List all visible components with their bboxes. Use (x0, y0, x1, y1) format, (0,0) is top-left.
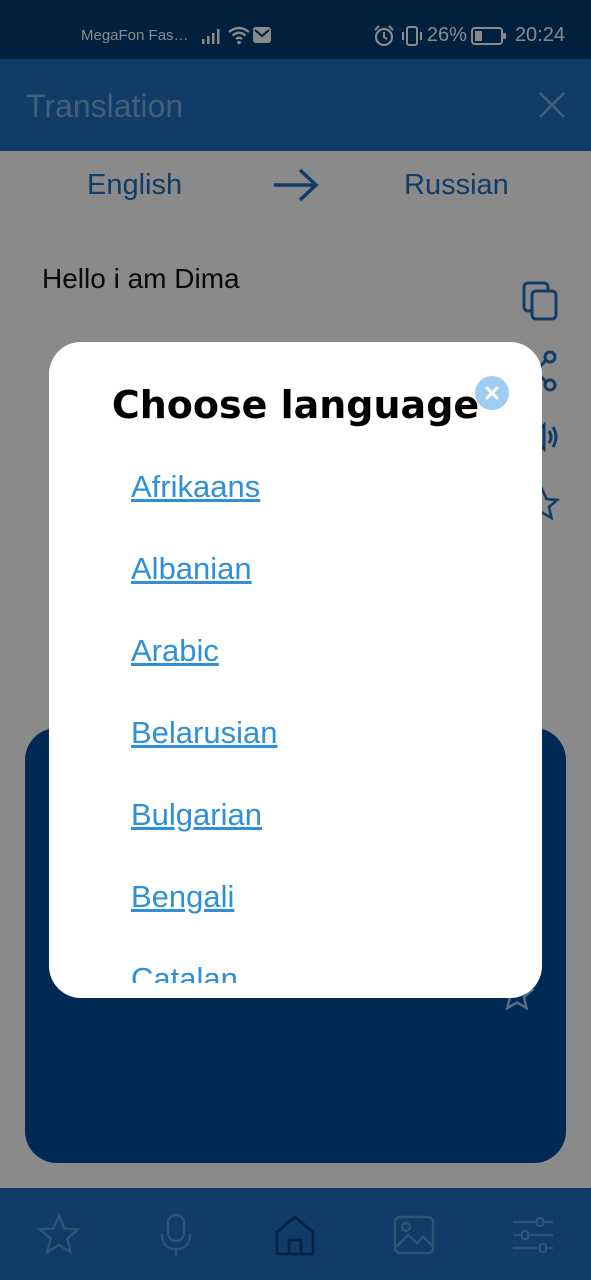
language-list: Afrikaans Albanian Arabic Belarusian Bul… (131, 463, 511, 983)
language-option[interactable]: Bengali (131, 873, 511, 955)
language-option[interactable]: Albanian (131, 545, 511, 627)
language-option[interactable]: Catalan (131, 955, 511, 983)
language-option[interactable]: Belarusian (131, 709, 511, 791)
choose-language-dialog: Choose language Afrikaans Albanian Arabi… (49, 342, 542, 998)
dialog-close-button[interactable] (475, 376, 509, 410)
dialog-title: Choose language (111, 383, 480, 427)
language-option[interactable]: Bulgarian (131, 791, 511, 873)
language-option[interactable]: Afrikaans (131, 463, 511, 545)
close-icon (484, 385, 500, 401)
language-option[interactable]: Arabic (131, 627, 511, 709)
